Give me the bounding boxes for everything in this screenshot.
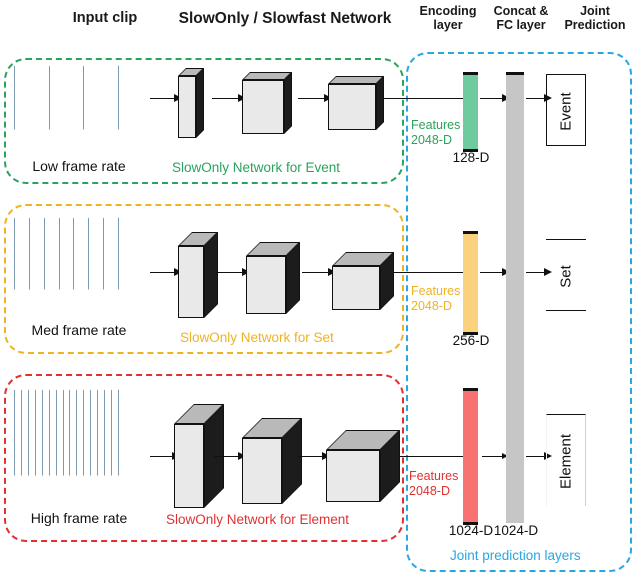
label-features-set-l1: Features [411, 284, 461, 298]
encoding-bar-element [463, 388, 478, 525]
label-features-set: Features 2048-D [411, 284, 460, 315]
block-side-face [376, 76, 384, 130]
block-side-face [204, 232, 218, 318]
flow-line [394, 272, 463, 273]
block-front-face [242, 438, 282, 504]
concat-fc-bar [506, 72, 524, 523]
flow-arrow-line [214, 456, 238, 457]
network-blocks-layer [0, 0, 632, 578]
block-side-face [284, 72, 292, 134]
block-front-face [328, 84, 376, 130]
flow-arrow-line [298, 456, 322, 457]
label-concat-dim-text: 1024-D [493, 523, 539, 538]
flow-line [384, 98, 463, 99]
prediction-label-set-text: Set [557, 265, 575, 288]
caption-joint-prediction-layers: Joint prediction layers [450, 548, 581, 563]
block-front-face [174, 424, 204, 508]
block-front-face [178, 76, 196, 138]
label-encoding-dim-event-text: 128-D [452, 150, 490, 165]
label-encoding-dim-set: 256-D [434, 333, 508, 348]
flow-arrow-line [216, 272, 242, 273]
label-features-element: Features 2048-D [409, 469, 458, 500]
network-block-event-3 [328, 76, 384, 130]
prediction-label-element-text: Element [557, 433, 575, 490]
label-features-element-l1: Features [409, 469, 459, 483]
network-block-element-2 [242, 418, 302, 504]
block-side-face [286, 242, 300, 314]
block-front-face [326, 450, 380, 502]
flow-arrow-line [482, 456, 502, 457]
label-features-event-l1: Features [411, 118, 461, 132]
flow-arrow-line [526, 272, 544, 273]
network-block-event-1 [178, 68, 204, 138]
flow-arrow-line [480, 272, 502, 273]
label-features-event: Features 2048-D [411, 118, 460, 149]
flow-arrow-line [150, 272, 174, 273]
block-front-face [178, 246, 204, 318]
label-features-event-l2: 2048-D [411, 133, 452, 148]
network-block-set-3 [332, 252, 394, 310]
label-concat-dim: 1024-D [485, 523, 547, 538]
block-side-face [196, 68, 204, 138]
block-front-face [246, 256, 286, 314]
flow-arrow-line [150, 98, 174, 99]
caption-joint-prediction-layers-text: Joint prediction layers [450, 548, 581, 563]
label-features-element-l2: 2048-D [409, 484, 450, 499]
prediction-label-element: Element [558, 427, 575, 497]
label-encoding-dim-event: 128-D [434, 150, 508, 165]
flow-arrow-line [526, 456, 544, 457]
encoding-bar-event [463, 72, 478, 152]
block-front-face [242, 80, 284, 134]
prediction-label-event: Event [558, 82, 575, 142]
flow-arrow-line [302, 272, 328, 273]
network-block-event-2 [242, 72, 292, 134]
network-block-element-3 [326, 430, 400, 502]
prediction-label-event-text: Event [557, 92, 575, 131]
network-block-set-2 [246, 242, 300, 314]
block-front-face [332, 266, 380, 310]
flow-arrow-line [480, 98, 502, 99]
label-features-set-l2: 2048-D [411, 299, 452, 314]
network-block-set-1 [178, 232, 218, 318]
flow-arrow-line [212, 98, 238, 99]
flow-line [400, 456, 463, 457]
flow-arrow-line [298, 98, 324, 99]
label-encoding-dim-set-text: 256-D [452, 333, 490, 348]
encoding-bar-set [463, 231, 478, 335]
flow-arrow-line [526, 98, 544, 99]
flow-arrow-line [150, 456, 172, 457]
prediction-label-set: Set [558, 247, 575, 307]
